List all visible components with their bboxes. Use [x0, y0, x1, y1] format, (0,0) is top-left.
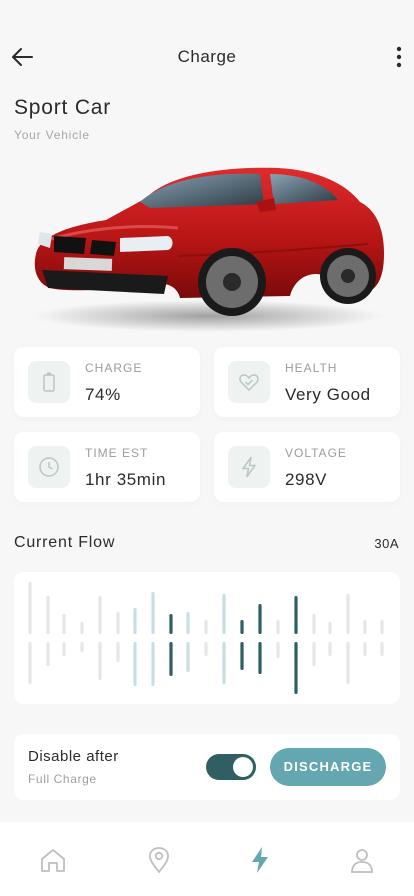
- flow-bar: [62, 614, 66, 634]
- disable-after-card: Disable after Full Charge DISCHARGE: [14, 734, 400, 800]
- vehicle-name: Sport Car: [14, 96, 112, 119]
- person-icon[interactable]: [346, 844, 378, 876]
- stat-value: 1hr 35min: [85, 470, 166, 489]
- flow-bar: [116, 642, 120, 662]
- flow-bar: [312, 614, 316, 634]
- stat-value: Very Good: [285, 385, 371, 404]
- flow-bar: [133, 642, 137, 686]
- stat-value: 298V: [285, 470, 328, 489]
- current-flow-title: Current Flow: [14, 534, 116, 551]
- flow-bar: [258, 642, 262, 674]
- flow-bar: [151, 592, 155, 634]
- flow-bar: [222, 594, 226, 634]
- current-flow-visualizer: [14, 572, 400, 704]
- flow-bar: [169, 614, 173, 634]
- stat-card-charge: CHARGE 74%: [14, 347, 200, 417]
- more-vertical-icon[interactable]: [394, 44, 404, 70]
- flow-bar: [240, 642, 244, 670]
- flow-bar: [346, 642, 350, 684]
- flow-bar: [346, 594, 350, 634]
- lightning-icon[interactable]: [244, 844, 276, 876]
- bolt-outline-icon: [228, 446, 270, 488]
- flow-bar: [98, 596, 102, 634]
- flow-bar: [186, 612, 190, 634]
- flow-bar: [204, 642, 208, 656]
- flow-bar: [363, 620, 367, 634]
- flow-bar: [380, 620, 384, 634]
- flow-bar: [80, 642, 84, 652]
- bottom-nav: [0, 822, 414, 896]
- car-image: [28, 158, 388, 338]
- flow-bar: [328, 622, 332, 634]
- stat-label: CHARGE: [85, 361, 143, 375]
- home-icon[interactable]: [37, 844, 69, 876]
- disable-after-label: Disable after: [28, 748, 119, 765]
- clock-icon: [28, 446, 70, 488]
- flow-bar: [312, 642, 316, 666]
- flow-bar: [46, 642, 50, 666]
- flow-bar: [80, 622, 84, 634]
- flow-bar: [328, 642, 332, 656]
- flow-bar: [276, 642, 280, 658]
- flow-bar: [222, 642, 226, 684]
- flow-bar: [28, 642, 32, 684]
- location-pin-icon[interactable]: [143, 844, 175, 876]
- disable-after-toggle[interactable]: [206, 754, 256, 780]
- flow-bar: [380, 642, 384, 656]
- stat-card-health: HEALTH Very Good: [214, 347, 400, 417]
- discharge-button[interactable]: DISCHARGE: [270, 748, 386, 786]
- flow-bar: [133, 608, 137, 634]
- vehicle-subtitle: Your Vehicle: [14, 128, 90, 142]
- flow-bar: [151, 642, 155, 686]
- flow-bar: [186, 642, 190, 672]
- stat-card-time: TIME EST 1hr 35min: [14, 432, 200, 502]
- flow-bar: [294, 596, 298, 634]
- flow-bar: [294, 642, 298, 694]
- flow-bar: [116, 612, 120, 634]
- stat-label: VOLTAGE: [285, 446, 347, 460]
- flow-bar: [98, 642, 102, 680]
- flow-bar: [258, 604, 262, 634]
- flow-bar: [276, 620, 280, 634]
- page-title: Charge: [177, 47, 237, 66]
- heart-check-icon: [228, 361, 270, 403]
- flow-bar: [46, 596, 50, 634]
- stat-label: HEALTH: [285, 361, 338, 375]
- flow-bar: [204, 620, 208, 634]
- disable-after-sublabel: Full Charge: [28, 772, 97, 786]
- stat-card-voltage: VOLTAGE 298V: [214, 432, 400, 502]
- flow-bar: [28, 582, 32, 634]
- stat-label: TIME EST: [85, 446, 149, 460]
- stat-value: 74%: [85, 385, 121, 404]
- toggle-knob: [233, 757, 253, 777]
- flow-bar: [169, 642, 173, 676]
- flow-bar: [62, 642, 66, 656]
- current-flow-value: 30A: [374, 536, 399, 551]
- battery-icon: [28, 361, 70, 403]
- header-bar: Charge: [0, 32, 414, 82]
- flow-bar: [240, 620, 244, 634]
- flow-bar: [363, 642, 367, 656]
